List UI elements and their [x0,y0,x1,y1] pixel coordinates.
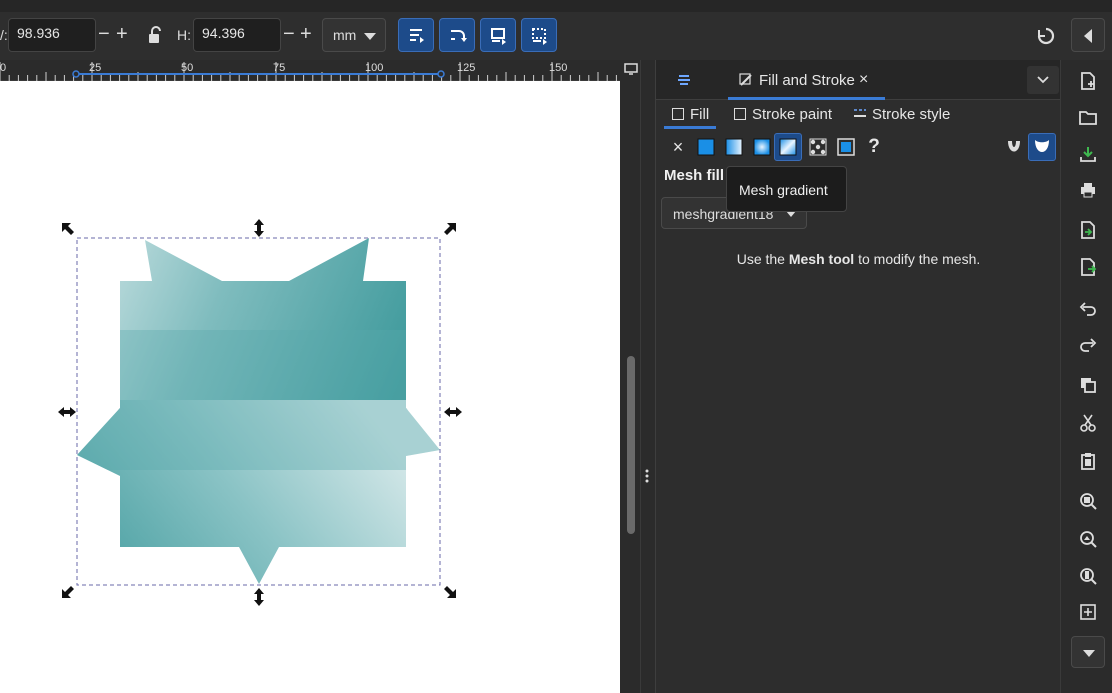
dialog-tabbar: Fill and Stroke × [656,60,1061,100]
no-paint-icon[interactable]: × [666,135,690,159]
move-patterns-icon [532,28,547,45]
close-icon[interactable]: × [859,71,868,89]
cut-icon[interactable] [1079,414,1097,432]
more-commands-button[interactable] [1071,636,1105,668]
chevron-down-icon [1083,650,1095,657]
width-decrement-button[interactable]: − [98,22,110,46]
tab-fill-label: Fill [690,106,710,123]
zoom-selection-icon[interactable] [1079,492,1097,510]
chevron-down-icon [364,33,376,40]
zoom-page-icon[interactable] [1079,567,1097,585]
collapse-commands-button[interactable] [1071,18,1105,52]
unset-paint-icon[interactable]: ? [862,135,886,159]
mesh-shape[interactable] [70,230,450,590]
commands-bar [1060,60,1112,693]
mesh-hint: Use the Mesh tool to modify the mesh. [656,251,1061,267]
scale-corners-icon [451,30,467,42]
lock-ratio-icon[interactable] [147,26,163,47]
mesh-hint-tool: Mesh tool [788,251,855,267]
tooltip: Mesh gradient [726,166,847,212]
snap-toggle-icon[interactable] [1036,26,1056,49]
display-mode-icon[interactable] [624,62,638,78]
scale-corners-button[interactable] [439,18,475,52]
tab-title: Fill and Stroke [759,72,855,89]
zoom-center-icon[interactable] [1079,603,1097,621]
tab-stroke-paint-label: Stroke paint [752,106,833,123]
tab-stroke-style-label: Stroke style [872,106,951,123]
paintbrush-icon [739,73,752,86]
tab-stroke-paint[interactable]: Stroke paint [734,106,832,123]
horizontal-ruler[interactable]: 0 25 50 75 100 125 150 [0,60,620,81]
tab-fill[interactable]: Fill [672,106,709,123]
width-input[interactable]: 98.936 [8,18,96,52]
height-input[interactable]: 94.396 [193,18,281,52]
ruler-label-50: 50 [181,62,194,74]
ruler-label-75: 75 [273,62,286,74]
mesh-gradient-icon[interactable] [774,133,802,161]
width-label: /: [0,27,8,43]
drawing-canvas[interactable] [0,81,620,693]
flat-color-icon[interactable] [694,135,718,159]
units-select-value: mm [333,27,357,43]
redo-icon[interactable] [1079,336,1097,354]
chevron-left-icon [1084,29,1092,43]
zoom-drawing-icon[interactable] [1079,530,1097,548]
ruler-label-150: 150 [549,62,568,74]
save-icon[interactable] [1079,145,1097,163]
duplicate-icon[interactable] [1079,376,1097,394]
layers-icon[interactable] [676,72,692,91]
stroke-checkbox-icon [734,108,746,120]
ruler-label-0: 0 [0,62,7,74]
paint-target-tabs: Fill Stroke paint Stroke style [656,100,1061,130]
swatch-icon[interactable] [834,135,858,159]
chevron-down-icon [1037,76,1049,84]
drag-handle-icon [645,469,649,483]
ruler-label-125: 125 [457,62,476,74]
import-icon[interactable] [1079,221,1097,239]
ruler-label-100: 100 [365,62,384,74]
height-increment-button[interactable]: + [300,22,312,46]
height-decrement-button[interactable]: − [283,22,295,46]
section-title: Mesh fill [664,167,725,184]
panel-splitter[interactable] [640,60,654,693]
scale-stroke-button[interactable] [398,18,434,52]
open-folder-icon[interactable] [1079,108,1097,126]
stroke-style-icon [854,109,866,117]
fill-stroke-dialog: Fill and Stroke × Fill Stroke paint Stro… [655,60,1061,693]
height-label: H: [177,27,191,43]
active-tab-indicator [664,126,716,129]
export-icon[interactable] [1079,258,1097,276]
tab-menu-button[interactable] [1027,66,1059,94]
move-gradients-button[interactable] [480,18,516,52]
scale-stroke-icon [410,29,424,43]
move-gradients-icon [491,28,506,45]
tab-fill-and-stroke[interactable]: Fill and Stroke × [728,60,885,100]
width-increment-button[interactable]: + [116,22,128,46]
paint-type-bar: × ? [656,130,1061,162]
linear-gradient-icon[interactable] [722,135,746,159]
move-patterns-button[interactable] [521,18,557,52]
pattern-icon[interactable] [806,135,830,159]
fill-checkbox-icon [672,108,684,120]
fill-rule-nonzero-icon[interactable] [1028,133,1056,161]
tab-stroke-style[interactable]: Stroke style [853,106,950,123]
scrollbar-thumb[interactable] [627,356,635,534]
units-select[interactable]: mm [322,18,386,52]
fill-rule-evenodd-icon[interactable] [1002,135,1026,159]
undo-icon[interactable] [1079,300,1097,318]
mesh-hint-prefix: Use the [736,251,789,267]
print-icon[interactable] [1079,181,1097,199]
ruler-label-25: 25 [89,62,102,74]
paste-icon[interactable] [1079,452,1097,470]
new-document-icon[interactable] [1079,72,1097,90]
vertical-scrollbar[interactable] [620,60,640,693]
radial-gradient-icon[interactable] [750,135,774,159]
mesh-hint-suffix: to modify the mesh. [854,251,981,267]
